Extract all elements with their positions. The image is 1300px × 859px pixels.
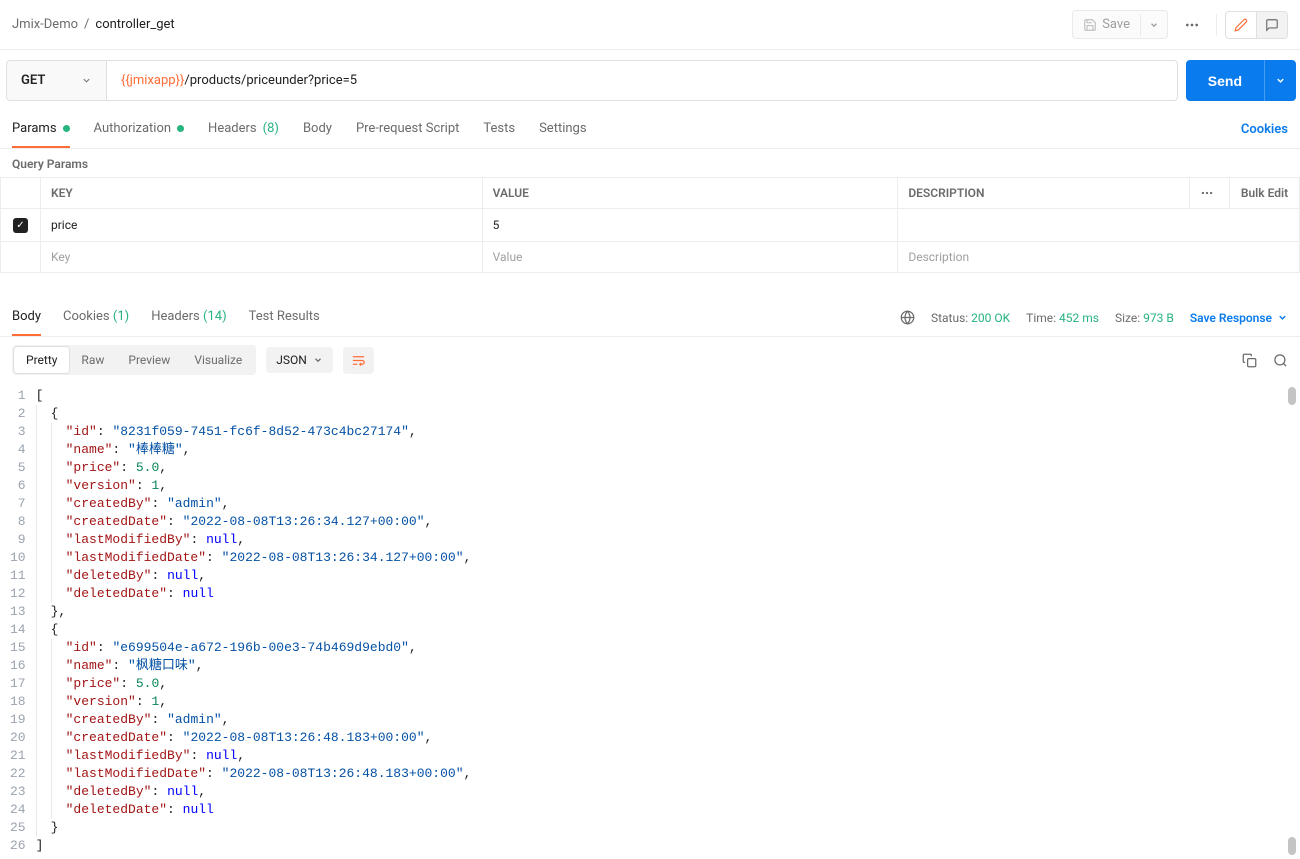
scrollbar-thumb[interactable] [1288,837,1296,855]
param-value-input[interactable]: Value [482,242,898,273]
col-key: KEY [41,178,483,209]
resp-tab-body[interactable]: Body [12,299,41,336]
ellipsis-icon [1184,17,1200,33]
send-button[interactable]: Send [1186,60,1264,101]
tab-authorization[interactable]: Authorization [94,111,185,148]
globe-icon[interactable] [900,310,915,325]
query-params-table: KEY VALUE DESCRIPTION Bulk Edit ✓ price … [0,177,1300,273]
save-response-button[interactable]: Save Response [1190,311,1288,325]
more-actions-button[interactable] [1176,11,1208,39]
comment-button[interactable] [1256,12,1287,38]
save-icon [1083,18,1097,32]
tab-prerequest[interactable]: Pre-request Script [356,111,459,148]
tab-body[interactable]: Body [303,111,332,148]
tab-headers[interactable]: Headers (8) [208,111,279,148]
chevron-down-icon [1277,312,1288,323]
param-desc-input[interactable] [898,209,1300,242]
tab-params[interactable]: Params [12,111,70,148]
breadcrumb-parent[interactable]: Jmix-Demo [12,17,78,32]
scrollbar-thumb[interactable] [1288,387,1296,405]
param-key-input[interactable]: price [41,209,483,242]
save-button-group: Save [1072,10,1168,39]
breadcrumb: Jmix-Demo / controller_get [12,17,175,32]
response-body[interactable]: 1234567891011121314151617181920212223242… [0,383,1300,859]
chevron-down-icon [81,75,92,86]
edit-button[interactable] [1226,12,1256,38]
search-icon [1273,353,1288,368]
view-visualize[interactable]: Visualize [182,347,254,373]
active-dot-icon [63,125,70,132]
status-label: Status: 200 OK [931,311,1010,325]
col-value: VALUE [482,178,898,209]
wrap-button[interactable] [343,347,374,374]
copy-icon [1242,353,1257,368]
query-params-label: Query Params [0,149,1300,177]
resp-tab-testresults[interactable]: Test Results [249,299,320,336]
view-preview[interactable]: Preview [116,347,182,373]
param-value-input[interactable]: 5 [482,209,898,242]
save-button[interactable]: Save [1073,11,1140,38]
wrap-icon [351,353,366,368]
table-row-empty: Key Value Description [1,242,1300,273]
view-mode-segment: Pretty Raw Preview Visualize [12,345,256,375]
resp-tab-headers[interactable]: Headers (14) [151,299,226,336]
row-checkbox[interactable]: ✓ [13,218,28,233]
time-label: Time: 452 ms [1026,311,1099,325]
param-key-input[interactable]: Key [41,242,483,273]
url-input[interactable]: {{jmixapp}}/products/priceunder?price=5 [107,61,1177,100]
copy-button[interactable] [1242,353,1257,368]
ellipsis-icon [1200,186,1214,200]
comment-icon [1265,18,1279,32]
bulk-edit-button[interactable]: Bulk Edit [1230,178,1300,209]
chevron-down-icon [1275,75,1286,86]
cookies-link[interactable]: Cookies [1241,122,1288,137]
view-pretty[interactable]: Pretty [14,347,69,373]
save-dropdown-button[interactable] [1140,14,1167,36]
line-gutter: 1234567891011121314151617181920212223242… [6,383,36,859]
chevron-down-icon [1149,20,1159,30]
pencil-icon [1234,18,1248,32]
param-desc-input[interactable]: Description [898,242,1300,273]
format-select[interactable]: JSON [266,347,333,373]
search-button[interactable] [1273,353,1288,368]
active-dot-icon [177,125,184,132]
breadcrumb-current[interactable]: controller_get [95,17,174,32]
resp-tab-cookies[interactable]: Cookies (1) [63,299,129,336]
table-row: ✓ price 5 [1,209,1300,242]
http-method-select[interactable]: GET [7,61,107,100]
tab-tests[interactable]: Tests [483,111,515,148]
size-label: Size: 973 B [1115,311,1174,325]
tab-settings[interactable]: Settings [539,111,586,148]
table-more-button[interactable] [1190,178,1230,209]
send-dropdown-button[interactable] [1264,60,1296,101]
col-description: DESCRIPTION [898,178,1190,209]
chevron-down-icon [313,355,323,365]
view-raw[interactable]: Raw [69,347,116,373]
